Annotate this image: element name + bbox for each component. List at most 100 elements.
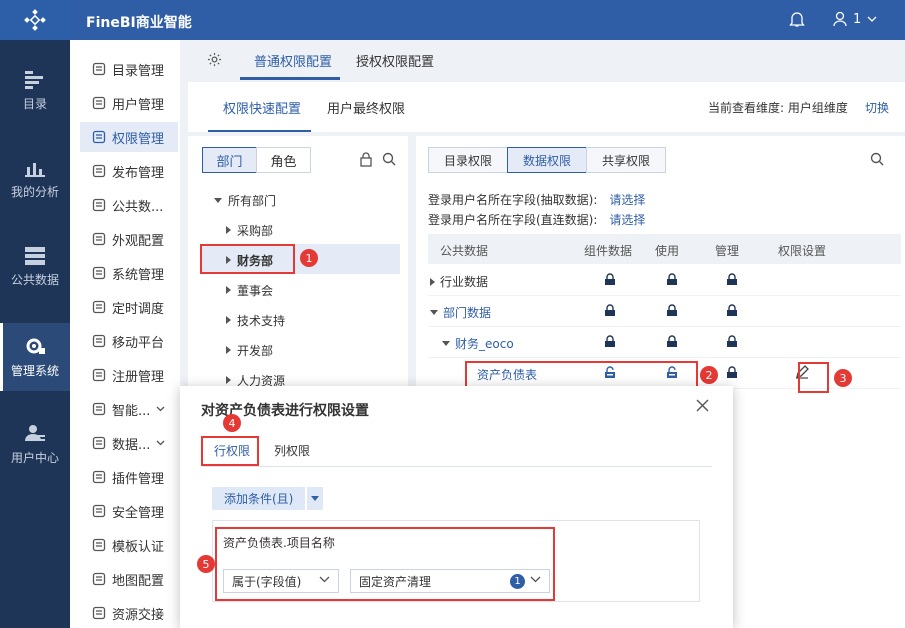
nav-user-center[interactable]: 用户中心 xyxy=(0,410,70,478)
lock-icon[interactable] xyxy=(726,366,738,382)
search-icon[interactable] xyxy=(382,152,396,166)
lock-icon[interactable] xyxy=(604,304,616,320)
col-public-data: 公共数据 xyxy=(440,244,489,258)
user-menu[interactable]: 1 xyxy=(833,11,877,27)
plugin-icon xyxy=(92,470,106,484)
nav-my-analysis[interactable]: 我的分析 xyxy=(0,145,70,213)
menu-item-8[interactable]: 定时调度 xyxy=(80,292,178,322)
menu-item-label: 目录管理 xyxy=(112,63,165,79)
secondary-tabbar: 权限快速配置 用户最终权限 当前查看维度: 用户组维度 切换 xyxy=(188,82,905,132)
add-condition-button[interactable]: 添加条件(且) xyxy=(212,487,305,510)
menu-item-16[interactable]: 地图配置 xyxy=(80,564,178,594)
table-row[interactable]: 财务_eoco xyxy=(428,327,901,358)
add-condition-dropdown[interactable] xyxy=(307,487,323,510)
table-row[interactable]: 部门数据 xyxy=(428,296,901,327)
tree-item[interactable]: 所有部门 xyxy=(214,185,276,215)
nav-public-data[interactable]: 公共数据 xyxy=(0,233,70,301)
row-label: 部门数据 xyxy=(443,306,492,320)
lock-icon[interactable] xyxy=(604,273,616,289)
login-extract-line: 登录用户名所在字段(抽取数据): 请选择 xyxy=(428,193,646,207)
tab-grant-permission[interactable]: 授权权限配置 xyxy=(356,51,434,70)
tab-final-permission[interactable]: 用户最终权限 xyxy=(327,98,405,117)
menu-item-13[interactable]: 插件管理 xyxy=(80,462,178,492)
menu-item-15[interactable]: 模板认证 xyxy=(80,530,178,560)
caret-right-icon[interactable] xyxy=(226,226,231,234)
menu-item-3[interactable]: 权限管理 xyxy=(80,122,178,152)
tab-general-permission[interactable]: 普通权限配置 xyxy=(254,51,332,70)
tree-item[interactable]: 开发部 xyxy=(226,335,273,365)
tab2-underline xyxy=(208,130,311,132)
app-logo-icon[interactable] xyxy=(0,0,70,40)
modal-tab-divider xyxy=(202,466,712,467)
caret-right-icon[interactable] xyxy=(226,376,231,384)
menu-item-1[interactable]: 目录管理 xyxy=(80,54,178,84)
menu-item-label: 模板认证 xyxy=(112,539,165,555)
menu-item-9[interactable]: 移动平台 xyxy=(80,326,178,356)
annotation-badge: 2 xyxy=(700,366,718,384)
row-name: 部门数据 xyxy=(430,304,491,321)
lock-icon[interactable] xyxy=(666,273,678,289)
lock-icon[interactable] xyxy=(666,335,678,351)
role-tab-button[interactable]: 角色 xyxy=(256,147,311,173)
settings-gear-icon[interactable] xyxy=(207,52,222,67)
search-icon[interactable] xyxy=(870,152,884,166)
permission-modal: 对资产负债表进行权限设置 4 行权限 列权限 添加条件(且) 资产负债表.项目名… xyxy=(180,386,733,628)
dept-tab-button[interactable]: 部门 xyxy=(202,147,257,173)
menu-item-4[interactable]: 发布管理 xyxy=(80,156,178,186)
row-label: 财务_eoco xyxy=(455,337,514,351)
tab-column-permission[interactable]: 列权限 xyxy=(274,442,310,459)
login-direct-line: 登录用户名所在字段(直连数据): 请选择 xyxy=(428,213,646,227)
col-component-data: 组件数据 xyxy=(584,244,633,258)
tab-data-permission[interactable]: 数据权限 xyxy=(507,147,587,173)
menu-item-17[interactable]: 资源交接 xyxy=(80,598,178,628)
menu-item-7[interactable]: 系统管理 xyxy=(80,258,178,288)
annotation-badge: 5 xyxy=(197,555,215,573)
analysis-icon xyxy=(25,162,45,177)
col-use: 使用 xyxy=(655,244,680,258)
annotation-box-edit xyxy=(798,362,829,393)
table-row[interactable]: 行业数据 xyxy=(428,265,901,296)
lock-icon[interactable] xyxy=(726,335,738,351)
close-icon[interactable] xyxy=(696,399,709,412)
annotation-badge: 1 xyxy=(300,249,318,267)
menu-item-10[interactable]: 注册管理 xyxy=(80,360,178,390)
select-extract-link[interactable]: 请选择 xyxy=(609,193,645,207)
tab-quick-config[interactable]: 权限快速配置 xyxy=(223,98,301,117)
select-direct-link[interactable]: 请选择 xyxy=(609,213,645,227)
row-name: 财务_eoco xyxy=(442,335,514,352)
caret-right-icon[interactable] xyxy=(226,286,231,294)
catalog-icon xyxy=(25,70,43,89)
caret-right-icon[interactable] xyxy=(226,346,231,354)
tree-item[interactable]: 技术支持 xyxy=(226,305,285,335)
tab-catalog-permission[interactable]: 目录权限 xyxy=(428,147,508,173)
lock-filter-icon[interactable] xyxy=(359,152,373,167)
menu-item-5[interactable]: 公共数... xyxy=(80,190,178,220)
menu-item-6[interactable]: 外观配置 xyxy=(80,224,178,254)
publish-icon xyxy=(92,164,106,178)
menu-item-12[interactable]: 数据... xyxy=(80,428,178,458)
caret-down-icon[interactable] xyxy=(214,197,222,203)
user-icon xyxy=(833,11,847,27)
caret-right-icon[interactable] xyxy=(226,316,231,324)
menu-item-11[interactable]: 智能... xyxy=(80,394,178,424)
caret-down-icon[interactable] xyxy=(442,341,450,346)
row-label: 行业数据 xyxy=(440,275,489,289)
menu-item-14[interactable]: 安全管理 xyxy=(80,496,178,526)
dimension-switch-link[interactable]: 切换 xyxy=(865,99,889,116)
nav-catalog[interactable]: 目录 xyxy=(0,57,70,125)
menu-item-2[interactable]: 用户管理 xyxy=(80,88,178,118)
lock-icon[interactable] xyxy=(726,273,738,289)
permission-icon xyxy=(92,130,106,144)
tree-item[interactable]: 采购部 xyxy=(226,215,273,245)
caret-down-icon[interactable] xyxy=(430,310,438,315)
lock-icon[interactable] xyxy=(726,304,738,320)
user-manage-icon xyxy=(92,96,106,110)
bell-icon[interactable] xyxy=(789,11,805,28)
tree-item[interactable]: 董事会 xyxy=(226,275,273,305)
lock-icon[interactable] xyxy=(666,304,678,320)
nav-management-system[interactable]: 管理系统 xyxy=(0,323,70,391)
menu-item-label: 数据... xyxy=(112,437,151,453)
tab-share-permission[interactable]: 共享权限 xyxy=(586,147,666,173)
lock-icon[interactable] xyxy=(604,335,616,351)
caret-right-icon[interactable] xyxy=(430,277,435,286)
